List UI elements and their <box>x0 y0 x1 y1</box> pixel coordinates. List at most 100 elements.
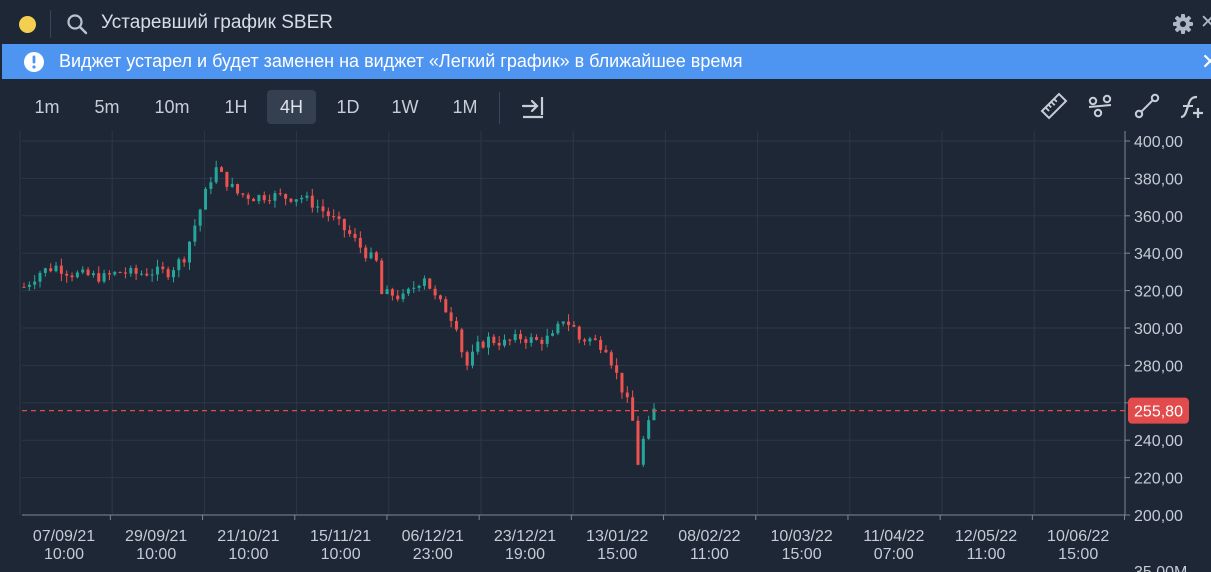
candle-body <box>118 272 122 274</box>
candle-body <box>49 268 53 272</box>
x-tick-label: 10/06/2215:00 <box>1047 528 1109 563</box>
candle-body <box>171 270 175 278</box>
timeframe-10m[interactable]: 10m <box>146 90 198 124</box>
x-tick-time: 10:00 <box>321 546 361 563</box>
candle-body <box>492 336 496 343</box>
x-tick-date: 07/09/21 <box>33 528 95 545</box>
candle-body <box>615 365 619 373</box>
candle-body <box>70 275 74 278</box>
candle-body <box>22 286 26 288</box>
x-tick-time: 07:00 <box>874 546 914 563</box>
candle-body <box>139 273 143 275</box>
candle-body <box>454 320 458 330</box>
candle-body <box>182 259 186 263</box>
candle-body <box>321 206 325 212</box>
candle-body <box>342 219 346 231</box>
candle-body <box>225 171 229 187</box>
gear-icon[interactable] <box>1172 13 1194 35</box>
candle-body <box>278 193 282 195</box>
candle-body <box>27 284 31 287</box>
y-tick-label: 380,00 <box>1134 171 1183 188</box>
timeframe-1mo[interactable]: 1M <box>441 90 489 124</box>
trendline-icon[interactable] <box>1133 92 1161 120</box>
candle-body <box>81 269 85 273</box>
candle-body <box>54 265 58 272</box>
candle-body <box>625 392 629 398</box>
banner-close-icon[interactable]: ✕ <box>1201 49 1211 75</box>
candle-body <box>123 272 127 274</box>
candle-body <box>198 209 202 226</box>
x-tick-label: 13/01/2215:00 <box>586 528 648 563</box>
close-icon[interactable]: ✕ <box>1200 11 1211 33</box>
x-tick-label: 08/02/2211:00 <box>678 528 740 563</box>
status-dot-icon[interactable] <box>19 16 36 33</box>
candle-body <box>497 342 501 346</box>
y-tick-label: 360,00 <box>1134 209 1183 226</box>
jump-to-end-icon[interactable] <box>519 92 547 120</box>
candle-body <box>230 184 234 187</box>
candle-body <box>486 336 490 348</box>
measure-tool-icon[interactable] <box>1086 92 1114 120</box>
x-tick-time: 23:00 <box>413 546 453 563</box>
candle-body <box>150 274 154 276</box>
candle-body <box>588 338 592 342</box>
candle-body <box>385 289 389 295</box>
candle-body <box>609 352 613 366</box>
x-tick-label: 15/11/2110:00 <box>310 528 371 563</box>
timeframe-1h[interactable]: 1H <box>213 90 259 124</box>
candle-body <box>204 188 208 210</box>
x-tick-time: 11:00 <box>690 546 729 563</box>
x-tick-time: 10:00 <box>136 546 176 563</box>
candle-body <box>257 195 261 202</box>
candle-body <box>214 167 218 183</box>
timeframe-4h[interactable]: 4H <box>267 90 316 124</box>
search-icon[interactable] <box>66 13 88 35</box>
x-tick-label: 11/04/2207:00 <box>863 528 924 563</box>
timeframe-1w[interactable]: 1W <box>381 90 429 124</box>
candle-body <box>390 289 394 296</box>
x-tick-date: 08/02/22 <box>678 528 740 545</box>
x-tick-time: 15:00 <box>597 546 637 563</box>
candle-body <box>59 265 63 274</box>
y-tick-label: 320,00 <box>1134 284 1183 301</box>
candle-body <box>513 334 517 341</box>
candle-body <box>449 312 453 321</box>
candle-body <box>551 333 555 336</box>
y-tick-label: 400,00 <box>1134 134 1183 151</box>
x-tick-date: 06/12/21 <box>402 528 464 545</box>
candle-body <box>428 278 432 289</box>
candle-body <box>465 352 469 366</box>
candle-body <box>353 233 357 238</box>
widget-title[interactable]: Устаревший график SBER <box>101 12 333 34</box>
candle-body <box>43 268 47 273</box>
candle-body <box>33 281 37 285</box>
candle-body <box>620 372 624 393</box>
x-tick-date: 12/05/22 <box>955 528 1017 545</box>
x-tick-date: 21/10/21 <box>217 528 279 545</box>
candle-body <box>102 273 106 282</box>
timeframe-1d[interactable]: 1D <box>325 90 371 124</box>
x-tick-date: 29/09/21 <box>125 528 187 545</box>
candle-body <box>572 325 576 327</box>
candle-body <box>161 266 165 270</box>
y-tick-label: 200,00 <box>1134 508 1183 525</box>
x-tick-time: 15:00 <box>782 546 822 563</box>
header-divider <box>50 10 51 38</box>
candle-body <box>519 334 523 340</box>
candle-body <box>503 339 507 346</box>
ruler-icon[interactable] <box>1040 92 1068 120</box>
candle-body <box>545 335 549 344</box>
x-tick-time: 15:00 <box>1058 546 1098 563</box>
candle-body <box>166 269 170 278</box>
x-tick-label: 06/12/2123:00 <box>402 528 464 563</box>
candle-body <box>252 198 256 202</box>
add-indicator-icon[interactable] <box>1178 92 1206 120</box>
candle-body <box>209 182 213 189</box>
price-chart[interactable]: 400,00 380,00 360,00 340,00 320,00 300,00 280,… <box>0 131 1211 572</box>
candle-body <box>647 420 651 439</box>
candle-body <box>540 339 544 344</box>
header-bar: Устаревший график SBER ✕ <box>0 0 1211 44</box>
timeframe-1m[interactable]: 1m <box>24 90 70 124</box>
timeframe-5m[interactable]: 5m <box>84 90 130 124</box>
x-tick-label: 10/03/2215:00 <box>770 528 832 563</box>
